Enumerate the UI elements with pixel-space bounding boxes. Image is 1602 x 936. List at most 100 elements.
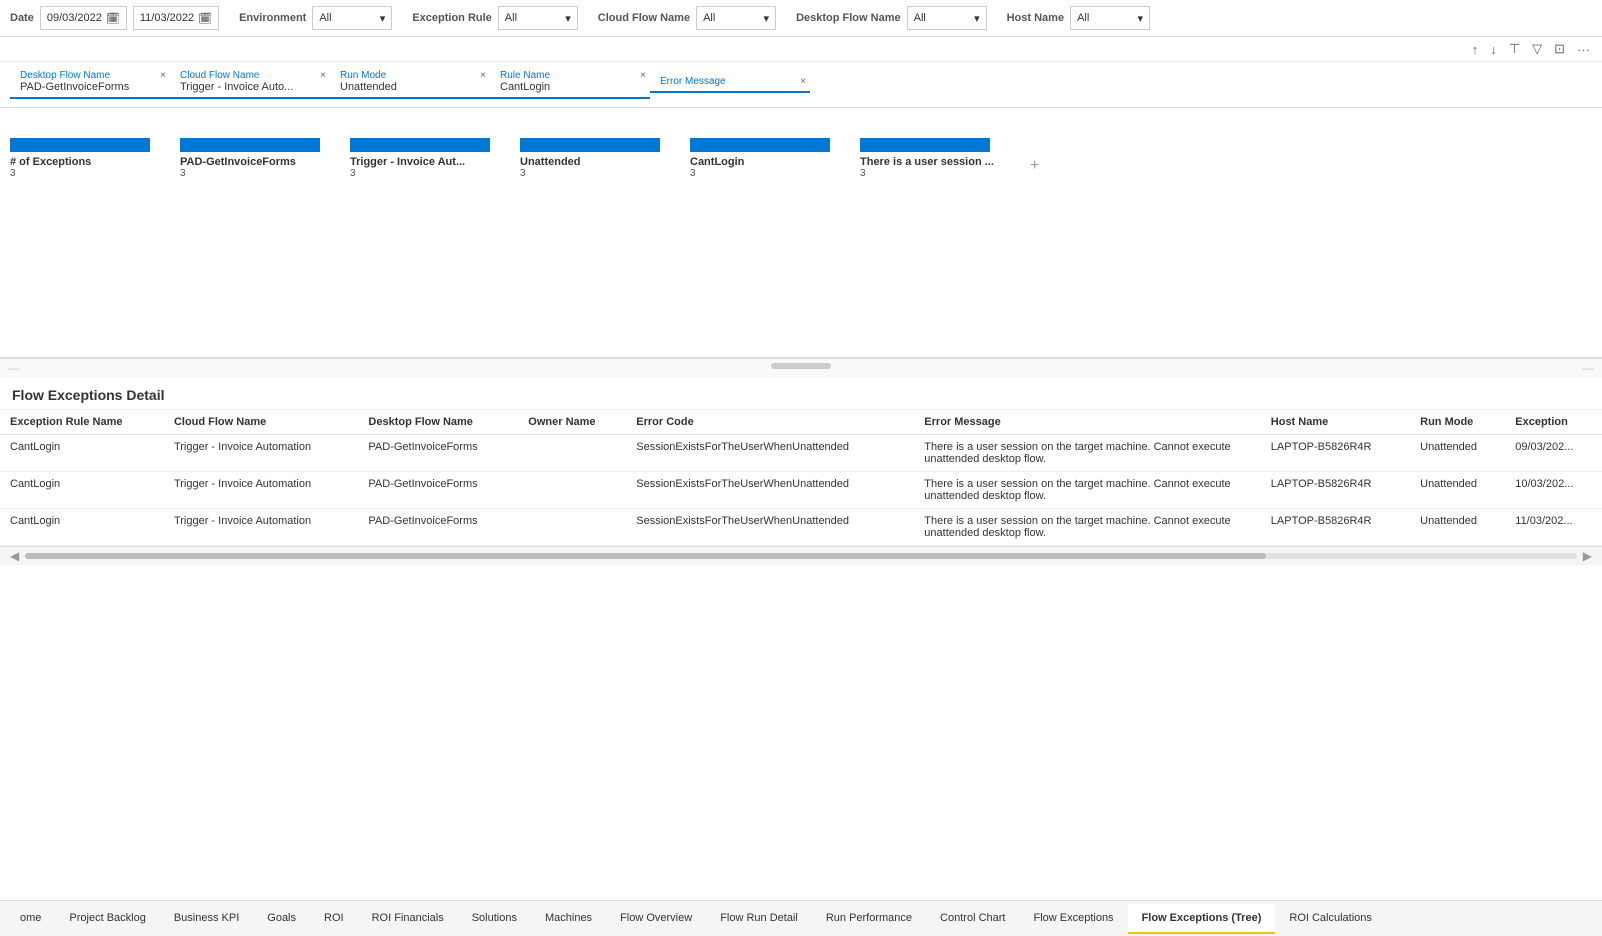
bar-runmode [520,138,660,152]
host-name-select[interactable]: All ▾ [1070,6,1150,30]
chevron-down-icon-3: ▾ [764,12,770,25]
column-filters-row: Desktop Flow Name PAD-GetInvoiceForms × … [0,62,1602,108]
col-filter-desktop-flow-close[interactable]: × [160,70,166,81]
calendar-icon-to[interactable]: 🗓 [198,12,212,25]
col-header-exception[interactable]: Exception [1505,410,1602,435]
col-header-host-name[interactable]: Host Name [1261,410,1410,435]
col-filter-rule-name-close[interactable]: × [640,70,646,81]
cloud-flow-name-select[interactable]: All ▾ [696,6,776,30]
tab-flow-run-detail[interactable]: Flow Run Detail [706,904,812,934]
scroll-right-arrow[interactable]: ▶ [1583,549,1592,563]
col-filter-run-mode-label: Run Mode [340,70,480,81]
desktop-flow-name-select[interactable]: All ▾ [907,6,987,30]
cell-cloud-flow: Trigger - Invoice Automation [164,472,358,509]
sort-asc-icon[interactable]: ↑ [1470,40,1481,59]
environment-select[interactable]: All ▾ [312,6,392,30]
table-header-row: Exception Rule Name Cloud Flow Name Desk… [0,410,1602,435]
filter-icon[interactable]: ▽ [1530,39,1544,59]
col-filter-rule-name-value: CantLogin [500,81,640,93]
col-header-cloud-flow[interactable]: Cloud Flow Name [164,410,358,435]
chevron-down-icon-5: ▾ [1138,12,1144,25]
desktop-flow-name-filter-group: Desktop Flow Name All ▾ [796,6,987,30]
date-to-input[interactable]: 11/03/2022 🗓 [133,6,219,30]
calendar-icon-from[interactable]: 🗓 [106,12,120,25]
hierarchy-icon[interactable]: ⊤ [1507,39,1522,59]
cell-owner [518,435,626,472]
copy-icon[interactable]: ⊡ [1552,39,1567,59]
environment-label: Environment [239,12,306,24]
col-filter-run-mode-close[interactable]: × [480,70,486,81]
bar-group-cloud: Trigger - Invoice Aut... 3 [350,138,520,179]
add-column-button[interactable]: + [1030,157,1039,179]
more-icon[interactable]: ··· [1575,40,1592,59]
top-toolbar: ↑ ↓ ⊤ ▽ ⊡ ··· [0,37,1602,62]
bar-runmode-label: Unattended [520,156,581,168]
col-filter-cloud-flow-label: Cloud Flow Name [180,70,320,81]
detail-section-title: Flow Exceptions Detail [0,377,1602,410]
date-to-value: 11/03/2022 [140,12,194,24]
tab-machines[interactable]: Machines [531,904,606,934]
host-name-value: All [1077,12,1089,24]
tab-goals[interactable]: Goals [253,904,310,934]
bar-cloud-label: Trigger - Invoice Aut... [350,156,465,168]
cell-cloud-flow: Trigger - Invoice Automation [164,509,358,546]
col-header-error-code[interactable]: Error Code [626,410,914,435]
bar-errormsg-count: 3 [860,168,866,179]
tab-roi-financials[interactable]: ROI Financials [358,904,458,934]
tab-roi-calculations[interactable]: ROI Calculations [1275,904,1386,934]
bar-cloud-count: 3 [350,168,356,179]
table-hscroll-bar: ◀ ▶ [0,546,1602,565]
col-filter-cloud-flow: Cloud Flow Name Trigger - Invoice Auto..… [170,70,330,99]
hscroll-thumb[interactable] [25,553,1266,559]
exception-rule-filter-group: Exception Rule All ▾ [412,6,577,30]
col-filter-cloud-flow-close[interactable]: × [320,70,326,81]
tab-business-kpi[interactable]: Business KPI [160,904,253,934]
date-label: Date [10,12,34,24]
bar-rulename-label: CantLogin [690,156,744,168]
col-header-exception-rule[interactable]: Exception Rule Name [0,410,164,435]
bar-group-errormsg: There is a user session ... 3 [860,138,1030,179]
tab-roi[interactable]: ROI [310,904,358,934]
col-header-error-message[interactable]: Error Message [914,410,1260,435]
tab-project-backlog[interactable]: Project Backlog [55,904,159,934]
cell-run-mode: Unattended [1410,435,1505,472]
cell-desktop-flow: PAD-GetInvoiceForms [358,435,518,472]
col-header-owner[interactable]: Owner Name [518,410,626,435]
bar-exceptions [10,138,150,152]
bar-group-exceptions: # of Exceptions 3 [10,138,180,179]
cloud-flow-name-label: Cloud Flow Name [598,12,690,24]
bar-desktop-label: PAD-GetInvoiceForms [180,156,296,168]
scroll-handle[interactable] [771,363,831,369]
bar-errormsg-label: There is a user session ... [860,156,994,168]
col-filter-error-message-close[interactable]: × [800,76,806,87]
chevron-down-icon: ▾ [380,12,386,25]
cell-error-code: SessionExistsForTheUserWhenUnattended [626,509,914,546]
col-header-desktop-flow[interactable]: Desktop Flow Name [358,410,518,435]
tab-flow-exceptions[interactable]: Flow Exceptions [1019,904,1127,934]
sort-desc-icon[interactable]: ↓ [1488,40,1499,59]
cell-desktop-flow: PAD-GetInvoiceForms [358,509,518,546]
tab-solutions[interactable]: Solutions [458,904,531,934]
cell-error-message: There is a user session on the target ma… [914,435,1260,472]
tab-flow-exceptions-(tree)[interactable]: Flow Exceptions (Tree) [1128,904,1276,934]
detail-table: Exception Rule Name Cloud Flow Name Desk… [0,410,1602,546]
bar-exceptions-count: 3 [10,168,16,179]
tab-flow-overview[interactable]: Flow Overview [606,904,706,934]
exception-rule-select[interactable]: All ▾ [498,6,578,30]
cell-host-name: LAPTOP-B5826R4R [1261,435,1410,472]
cell-host-name: LAPTOP-B5826R4R [1261,509,1410,546]
tab-ome[interactable]: ome [6,904,55,934]
cell-owner [518,509,626,546]
desktop-flow-name-value: All [914,12,926,24]
main-container: Date 09/03/2022 🗓 11/03/2022 🗓 Environme… [0,0,1602,936]
environment-filter-group: Environment All ▾ [239,6,392,30]
date-from-input[interactable]: 09/03/2022 🗓 [40,6,127,30]
tab-run-performance[interactable]: Run Performance [812,904,926,934]
col-header-run-mode[interactable]: Run Mode [1410,410,1505,435]
scroll-left-arrow[interactable]: ◀ [10,549,19,563]
bar-desktop [180,138,320,152]
detail-table-scroll[interactable]: Exception Rule Name Cloud Flow Name Desk… [0,410,1602,546]
tab-control-chart[interactable]: Control Chart [926,904,1019,934]
cell-exception: 10/03/202... [1505,472,1602,509]
cell-exception-rule: CantLogin [0,435,164,472]
